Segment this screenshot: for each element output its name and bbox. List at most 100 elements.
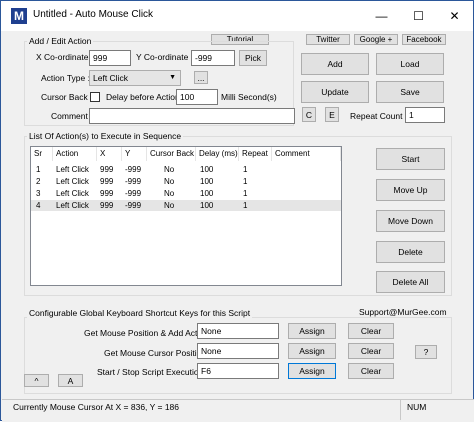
cell-repeat: 1 xyxy=(243,165,248,174)
table-row[interactable]: 3 Left Click 999 -999 No 100 1 xyxy=(31,188,341,199)
cell-cursor-back: No xyxy=(164,165,175,174)
comment-input[interactable] xyxy=(89,108,295,124)
delete-button[interactable]: Delete xyxy=(376,241,445,263)
pick-button[interactable]: Pick xyxy=(239,50,267,66)
cursor-back-checkbox[interactable] xyxy=(90,92,100,102)
column-header-action[interactable]: Action xyxy=(53,147,97,161)
cell-delay: 100 xyxy=(200,189,214,198)
support-email-link[interactable]: Support@MurGee.com xyxy=(359,307,447,317)
column-header-delay[interactable]: Delay (ms) xyxy=(196,147,239,161)
cell-action: Left Click xyxy=(56,189,89,198)
column-header-x[interactable]: X xyxy=(97,147,122,161)
cell-sr: 1 xyxy=(36,165,41,174)
cursor-back-label: Cursor Back : xyxy=(41,92,93,102)
add-button[interactable]: Add xyxy=(301,53,369,75)
twitter-button[interactable]: Twitter xyxy=(306,34,350,45)
table-row[interactable]: 2 Left Click 999 -999 No 100 1 xyxy=(31,176,341,187)
start-button[interactable]: Start xyxy=(376,148,445,170)
action-type-more-button[interactable]: ... xyxy=(194,71,208,84)
c-button[interactable]: C xyxy=(302,107,316,122)
assign-button-add-action[interactable]: Assign xyxy=(288,323,336,339)
cell-x: 999 xyxy=(100,165,114,174)
delay-input[interactable]: 100 xyxy=(176,89,218,105)
cell-action: Left Click xyxy=(56,201,89,210)
app-icon: M xyxy=(11,8,27,24)
delay-label: Delay before Action : xyxy=(106,92,185,102)
repeat-count-input[interactable]: 1 xyxy=(405,107,445,123)
assign-button-cursor-position[interactable]: Assign xyxy=(288,343,336,359)
e-button[interactable]: E xyxy=(325,107,339,122)
action-type-select[interactable]: Left Click ▼ xyxy=(89,70,181,86)
cell-repeat: 1 xyxy=(243,189,248,198)
cell-delay: 100 xyxy=(200,201,214,210)
x-coordinate-label: X Co-ordinate : xyxy=(36,52,94,62)
y-coordinate-label: Y Co-ordinate : xyxy=(136,52,194,62)
maximize-button[interactable]: ☐ xyxy=(400,1,437,31)
load-button[interactable]: Load xyxy=(376,53,444,75)
chevron-down-icon: ▼ xyxy=(169,74,176,81)
table-row[interactable]: 1 Left Click 999 -999 No 100 1 xyxy=(31,164,341,175)
cell-action: Left Click xyxy=(56,177,89,186)
action-type-label: Action Type : xyxy=(41,73,90,83)
move-down-button[interactable]: Move Down xyxy=(376,210,445,232)
window-title: Untitled - Auto Mouse Click xyxy=(33,9,154,20)
cell-cursor-back: No xyxy=(164,177,175,186)
delay-unit-label: Milli Second(s) xyxy=(221,92,277,102)
cell-repeat: 1 xyxy=(243,201,248,210)
comment-label: Comment : xyxy=(51,111,93,121)
save-button[interactable]: Save xyxy=(376,81,444,103)
add-edit-group-label: Add / Edit Action xyxy=(27,36,94,46)
clear-button-cursor-position[interactable]: Clear xyxy=(348,343,394,359)
column-header-comment[interactable]: Comment xyxy=(272,147,341,161)
cell-sr: 3 xyxy=(36,189,41,198)
column-header-cursor-back[interactable]: Cursor Back xyxy=(147,147,196,161)
cell-cursor-back: No xyxy=(164,201,175,210)
repeat-count-label: Repeat Count : xyxy=(350,111,408,121)
shortcut-label-add-action: Get Mouse Position & Add Action : xyxy=(84,328,214,338)
delete-all-button[interactable]: Delete All xyxy=(376,271,445,293)
up-button[interactable]: ^ xyxy=(24,374,49,387)
table-row[interactable]: 4 Left Click 999 -999 No 100 1 xyxy=(31,200,341,211)
cell-sr: 4 xyxy=(36,201,41,210)
cell-repeat: 1 xyxy=(243,177,248,186)
cell-x: 999 xyxy=(100,177,114,186)
cell-delay: 100 xyxy=(200,165,214,174)
title-bar: M Untitled - Auto Mouse Click — ☐ ✕ xyxy=(1,1,473,31)
assign-button-start-stop[interactable]: Assign xyxy=(288,363,336,379)
shortcut-input-cursor-position[interactable]: None xyxy=(197,343,279,359)
help-button[interactable]: ? xyxy=(415,345,437,359)
clear-button-start-stop[interactable]: Clear xyxy=(348,363,394,379)
status-divider xyxy=(400,400,401,420)
cell-delay: 100 xyxy=(200,177,214,186)
status-bar: Currently Mouse Cursor At X = 836, Y = 1… xyxy=(2,399,474,422)
update-button[interactable]: Update xyxy=(301,81,369,103)
cell-x: 999 xyxy=(100,189,114,198)
shortcut-input-add-action[interactable]: None xyxy=(197,323,279,339)
action-list[interactable]: Sr Action X Y Cursor Back Delay (ms) Rep… xyxy=(30,146,342,286)
shortcut-input-start-stop[interactable]: F6 xyxy=(197,363,279,379)
facebook-button[interactable]: Facebook xyxy=(402,34,446,45)
cell-x: 999 xyxy=(100,201,114,210)
move-up-button[interactable]: Move Up xyxy=(376,179,445,201)
clear-button-add-action[interactable]: Clear xyxy=(348,323,394,339)
cell-y: -999 xyxy=(125,165,142,174)
action-type-value: Left Click xyxy=(93,73,128,83)
column-header-y[interactable]: Y xyxy=(122,147,147,161)
x-coordinate-input[interactable]: 999 xyxy=(89,50,131,66)
y-coordinate-input[interactable]: -999 xyxy=(191,50,235,66)
cell-sr: 2 xyxy=(36,177,41,186)
cell-action: Left Click xyxy=(56,165,89,174)
google-plus-button[interactable]: Google + xyxy=(354,34,398,45)
app-window: M Untitled - Auto Mouse Click — ☐ ✕ Tuto… xyxy=(0,0,474,422)
num-lock-indicator: NUM xyxy=(407,402,427,412)
column-header-sr[interactable]: Sr xyxy=(31,147,53,161)
cell-y: -999 xyxy=(125,189,142,198)
close-button[interactable]: ✕ xyxy=(436,1,473,31)
cursor-position-status: Currently Mouse Cursor At X = 836, Y = 1… xyxy=(13,402,179,412)
cell-y: -999 xyxy=(125,201,142,210)
action-list-group-label: List Of Action(s) to Execute in Sequence xyxy=(27,131,184,141)
column-header-repeat[interactable]: Repeat xyxy=(239,147,272,161)
cell-cursor-back: No xyxy=(164,189,175,198)
a-button[interactable]: A xyxy=(58,374,83,387)
minimize-button[interactable]: — xyxy=(363,1,400,31)
